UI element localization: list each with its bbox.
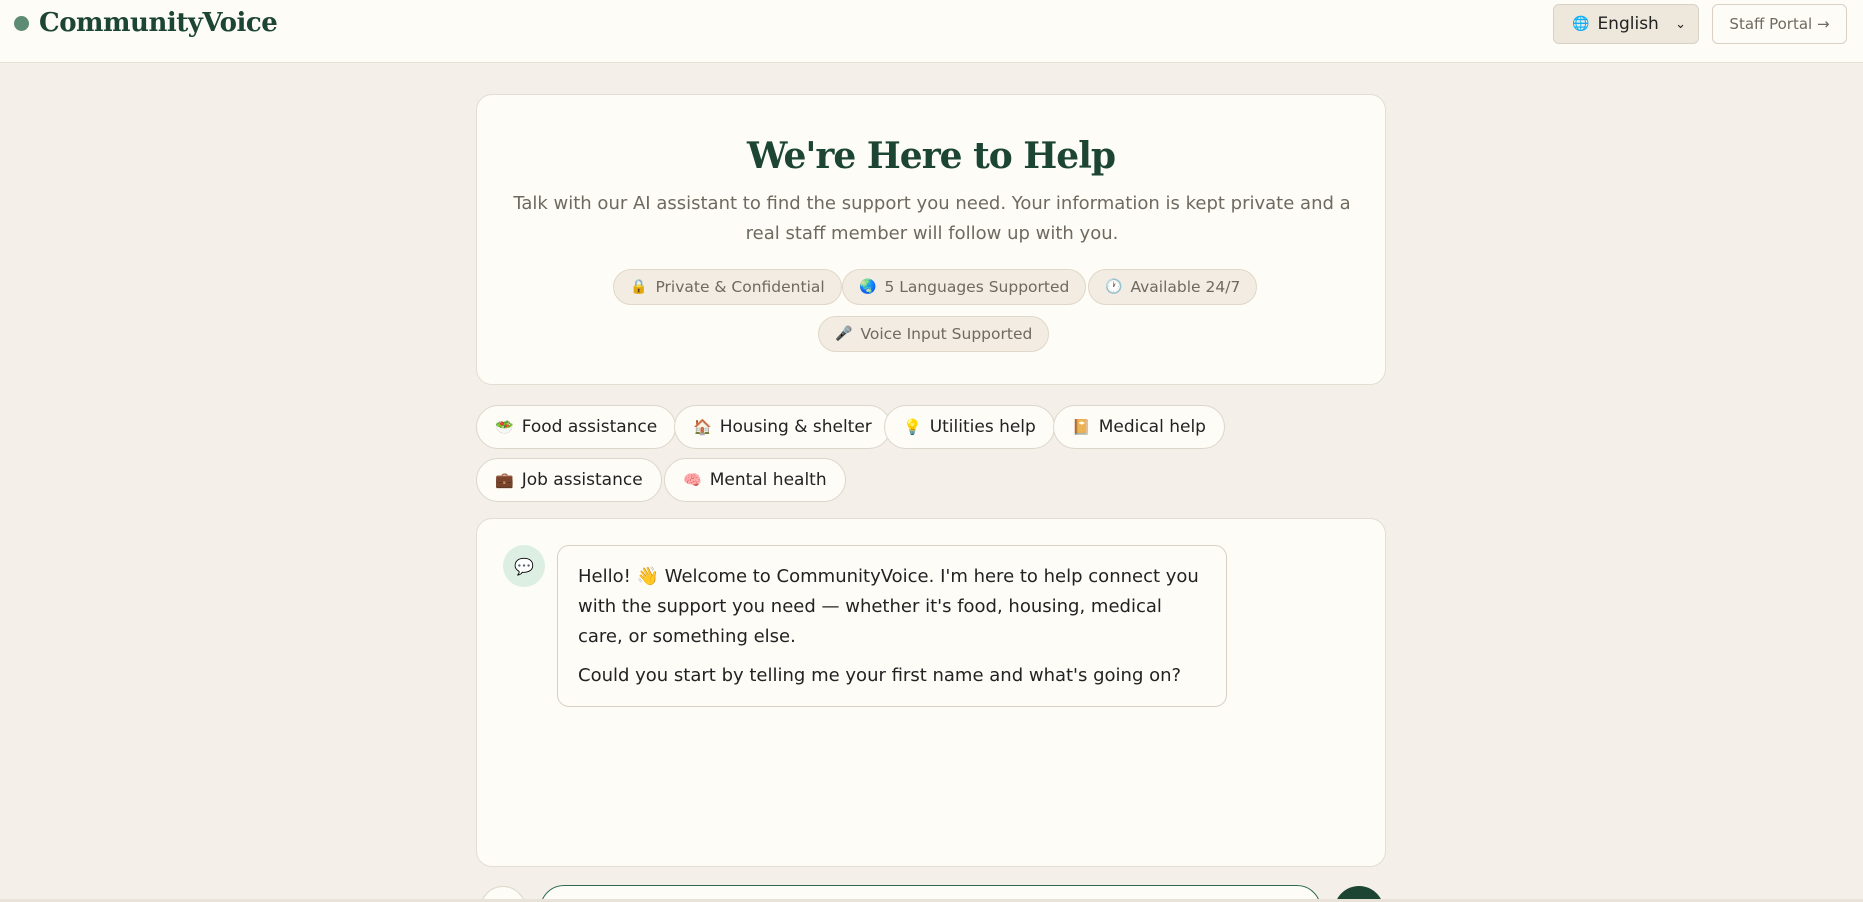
- badge-label: Private & Confidential: [655, 278, 825, 296]
- badge-label: Voice Input Supported: [860, 325, 1033, 343]
- brand-logo[interactable]: CommunityVoice: [14, 8, 278, 38]
- food-bowl-icon: 🥗: [495, 418, 514, 436]
- assistant-avatar: 💬: [503, 545, 545, 587]
- chat-panel[interactable]: 💬 Hello! 👋 Welcome to CommunityVoice. I'…: [476, 518, 1386, 867]
- intro-card: We're Here to Help Talk with our AI assi…: [476, 94, 1386, 385]
- badge-label: 5 Languages Supported: [884, 278, 1070, 296]
- brand-name: CommunityVoice: [39, 8, 278, 38]
- topic-mental-health[interactable]: 🧠 Mental health: [664, 458, 846, 502]
- globe-icon: 🌐: [1572, 16, 1590, 32]
- globe-icon: 🌏: [859, 279, 877, 295]
- staff-portal-button[interactable]: Staff Portal →: [1712, 4, 1847, 44]
- topic-label: Mental health: [709, 470, 827, 490]
- clock-icon: 🕐: [1105, 279, 1123, 295]
- message-text: Hello! 👋 Welcome to CommunityVoice. I'm …: [578, 566, 1199, 647]
- intro-subtitle: Talk with our AI assistant to find the s…: [513, 193, 1351, 244]
- topic-medical-help[interactable]: 📔 Medical help: [1053, 405, 1225, 449]
- page-title: We're Here to Help: [746, 135, 1116, 177]
- top-header: CommunityVoice 🌐 English ⌄ Staff Portal …: [0, 0, 1863, 63]
- speech-bubble-icon: 💬: [514, 556, 534, 576]
- topic-label: Housing & shelter: [719, 417, 872, 437]
- medical-book-icon: 📔: [1072, 418, 1091, 436]
- topic-housing-shelter[interactable]: 🏠 Housing & shelter: [674, 405, 891, 449]
- assistant-message: Hello! 👋 Welcome to CommunityVoice. I'm …: [557, 545, 1227, 707]
- microphone-icon: 🎤: [835, 326, 853, 342]
- briefcase-icon: 💼: [495, 471, 514, 489]
- lightbulb-icon: 💡: [903, 418, 922, 436]
- topic-label: Medical help: [1098, 417, 1206, 437]
- topic-food-assistance[interactable]: 🥗 Food assistance: [476, 405, 677, 449]
- language-selected-value: English: [1597, 14, 1659, 34]
- topic-utilities-help[interactable]: 💡 Utilities help: [884, 405, 1055, 449]
- badge-private: 🔒 Private & Confidential: [613, 269, 842, 305]
- topic-job-assistance[interactable]: 💼 Job assistance: [476, 458, 662, 502]
- lock-icon: 🔒: [630, 279, 648, 295]
- message-text: Could you start by telling me your first…: [578, 665, 1182, 686]
- badge-label: Available 24/7: [1130, 278, 1241, 296]
- house-icon: 🏠: [693, 418, 712, 436]
- topic-label: Utilities help: [929, 417, 1036, 437]
- chevron-down-icon: ⌄: [1675, 16, 1686, 32]
- topic-label: Job assistance: [521, 470, 643, 490]
- badge-availability: 🕐 Available 24/7: [1088, 269, 1258, 305]
- badge-languages: 🌏 5 Languages Supported: [842, 269, 1087, 305]
- language-select[interactable]: 🌐 English ⌄: [1553, 4, 1699, 44]
- badge-voice-input: 🎤 Voice Input Supported: [818, 316, 1050, 352]
- brain-icon: 🧠: [683, 471, 702, 489]
- topic-label: Food assistance: [521, 417, 658, 437]
- brand-dot-icon: [14, 15, 29, 31]
